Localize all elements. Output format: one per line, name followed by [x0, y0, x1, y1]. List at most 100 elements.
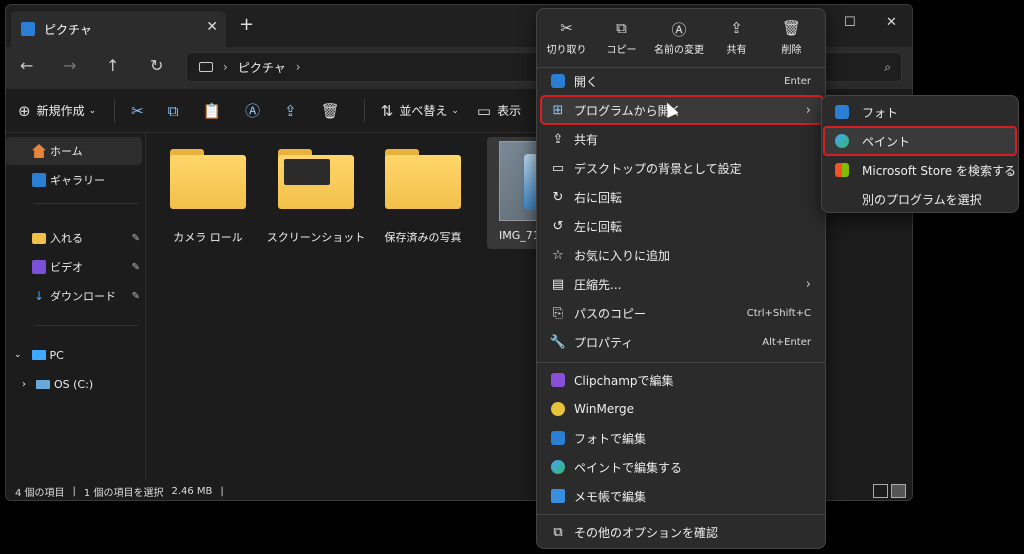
copy-button[interactable]: ⧉: [168, 102, 185, 120]
divider: [363, 98, 365, 123]
clipchamp-icon: [550, 372, 566, 388]
share-button[interactable]: ⇪: [284, 102, 303, 120]
cut-button[interactable]: ✂: [131, 102, 150, 120]
tab-title: ピクチャ: [44, 22, 92, 37]
chevron-right-icon: ›: [805, 102, 811, 118]
sort-icon: ⇅: [380, 101, 394, 120]
quick-copy-button[interactable]: ⧉ コピー: [594, 9, 649, 67]
blank-icon: [834, 191, 850, 207]
submenu-item-photos[interactable]: フォト: [824, 98, 1016, 126]
new-tab-button[interactable]: +: [239, 14, 254, 35]
submenu-item-store[interactable]: Microsoft Store を検索する: [824, 156, 1016, 184]
tab-pictures[interactable]: ピクチャ ✕: [11, 11, 226, 47]
menu-item-add-favorite[interactable]: ☆ お気に入りに追加: [541, 241, 823, 269]
share-icon: ⇪: [284, 101, 297, 120]
sort-button[interactable]: ⇅ 並べ替え ⌄: [381, 102, 459, 120]
menu-item-rotate-right[interactable]: ↻ 右に回転: [541, 183, 823, 211]
delete-button[interactable]: 🗑: [321, 102, 346, 120]
new-button[interactable]: ⊕ 新規作成 ⌄: [18, 102, 96, 120]
sidebar-item-home[interactable]: ホーム: [6, 137, 142, 165]
sidebar-item-label: ホーム: [50, 145, 83, 158]
sidebar-item-label: ビデオ: [50, 261, 83, 274]
menu-item-winmerge[interactable]: WinMerge: [541, 395, 823, 423]
menu-item-edit-paint[interactable]: ペイントで編集する: [541, 453, 823, 481]
sidebar-item-os-drive[interactable]: › OS (C:): [6, 370, 142, 398]
folder-icon: [278, 149, 354, 209]
sidebar-item-pc[interactable]: ⌄ PC: [6, 341, 142, 369]
quick-share-button[interactable]: ⇪ 共有: [709, 9, 764, 67]
paste-button[interactable]: 📋: [202, 102, 227, 120]
delete-icon: 🗑: [320, 101, 340, 120]
selected-size: 2.46 MB: [171, 485, 213, 497]
breadcrumb-pictures[interactable]: ピクチャ: [238, 59, 286, 76]
menu-item-open[interactable]: 開く Enter: [541, 67, 823, 95]
sidebar-item-gallery[interactable]: ギャラリー: [6, 166, 142, 194]
folder-item[interactable]: スクリーンショット: [267, 143, 365, 245]
sidebar-item-downloads[interactable]: ↓ ダウンロード ✎: [6, 282, 142, 310]
pictures-icon: [21, 22, 35, 36]
pin-icon[interactable]: ✎: [132, 233, 140, 244]
share-icon: ⇪: [730, 19, 743, 37]
menu-item-compress[interactable]: ▤ 圧縮先... ›: [541, 270, 823, 298]
selected-count: 1 個の項目を選択: [83, 487, 164, 499]
photos-icon: [550, 430, 566, 446]
open-with-icon: ⊞: [552, 102, 564, 118]
quick-cut-button[interactable]: ✂ 切り取り: [539, 9, 594, 67]
menu-label: WinMerge: [574, 402, 634, 416]
submenu-item-choose-other[interactable]: 別のプログラムを選択: [824, 185, 1016, 213]
wrench-icon: 🔧: [549, 334, 567, 350]
sidebar-item-label: OS (C:): [54, 377, 94, 391]
quick-rename-button[interactable]: Ⓐ 名前の変更: [649, 9, 709, 67]
copy-path-icon: ⎘: [552, 305, 564, 321]
tab-close-icon[interactable]: ✕: [206, 19, 218, 35]
back-button[interactable]: ←: [20, 56, 33, 75]
menu-label: ペイント: [862, 134, 911, 149]
menu-item-copy-path[interactable]: ⎘ パスのコピー Ctrl+Shift+C: [541, 299, 823, 327]
menu-item-clipchamp[interactable]: Clipchampで編集: [541, 366, 823, 394]
quick-delete-button[interactable]: 🗑 削除: [764, 9, 819, 67]
menu-label: デスクトップの背景として設定: [574, 161, 742, 176]
menu-label: パスのコピー: [574, 306, 647, 321]
download-icon: ↓: [33, 289, 45, 303]
pin-icon[interactable]: ✎: [132, 262, 140, 273]
rename-button[interactable]: Ⓐ: [245, 100, 266, 121]
submenu-item-paint[interactable]: ペイント: [823, 126, 1017, 156]
chevron-down-icon: ⌄: [451, 105, 459, 116]
view-button[interactable]: ▭ 表示: [477, 102, 521, 120]
shortcut-label: Enter: [784, 75, 811, 87]
photos-icon: [550, 73, 566, 89]
sidebar-item-pinned-folder[interactable]: 入れる ✎: [6, 224, 142, 252]
up-button[interactable]: ↑: [106, 56, 119, 75]
menu-item-rotate-left[interactable]: ↺ 左に回転: [541, 212, 823, 240]
quick-label: 削除: [781, 45, 802, 56]
menu-item-share[interactable]: ⇪ 共有: [541, 125, 823, 153]
close-window-button[interactable]: ✕: [886, 15, 897, 30]
folder-item[interactable]: カメラ ロール: [163, 143, 253, 245]
item-count: 4 個の項目: [15, 487, 65, 499]
folder-item[interactable]: 保存済みの写真: [378, 143, 468, 245]
sidebar-item-videos[interactable]: ビデオ ✎: [6, 253, 142, 281]
menu-item-edit-notepad[interactable]: メモ帳で編集: [541, 482, 823, 510]
chevron-right-icon[interactable]: ›: [22, 379, 26, 390]
menu-item-edit-photos[interactable]: フォトで編集: [541, 424, 823, 452]
divider: |: [72, 485, 76, 497]
menu-item-open-with[interactable]: ⊞ プログラムから開く ›: [540, 95, 824, 125]
refresh-button[interactable]: ↻: [150, 56, 163, 75]
details-view-button[interactable]: [873, 484, 888, 498]
chevron-down-icon[interactable]: ⌄: [14, 350, 22, 360]
menu-label: Microsoft Store を検索する: [862, 163, 1016, 178]
menu-label: フォト: [862, 105, 899, 120]
tiles-view-button[interactable]: [891, 484, 906, 498]
menu-item-properties[interactable]: 🔧 プロパティ Alt+Enter: [541, 328, 823, 356]
search-icon[interactable]: ⌕: [884, 60, 891, 75]
menu-item-more-options[interactable]: ⧉ その他のオプションを確認: [541, 518, 823, 546]
desktop-icon: ▭: [551, 160, 565, 176]
cut-icon: ✂: [131, 101, 144, 120]
maximize-button[interactable]: ☐: [844, 15, 856, 30]
menu-item-set-background[interactable]: ▭ デスクトップの背景として設定: [541, 154, 823, 182]
quick-label: コピー: [606, 45, 637, 56]
pin-icon[interactable]: ✎: [132, 291, 140, 302]
menu-label: 開く: [574, 74, 599, 89]
quick-actions: ✂ 切り取り ⧉ コピー Ⓐ 名前の変更 ⇪ 共有 🗑 削除: [537, 9, 825, 67]
forward-button[interactable]: →: [63, 56, 76, 75]
